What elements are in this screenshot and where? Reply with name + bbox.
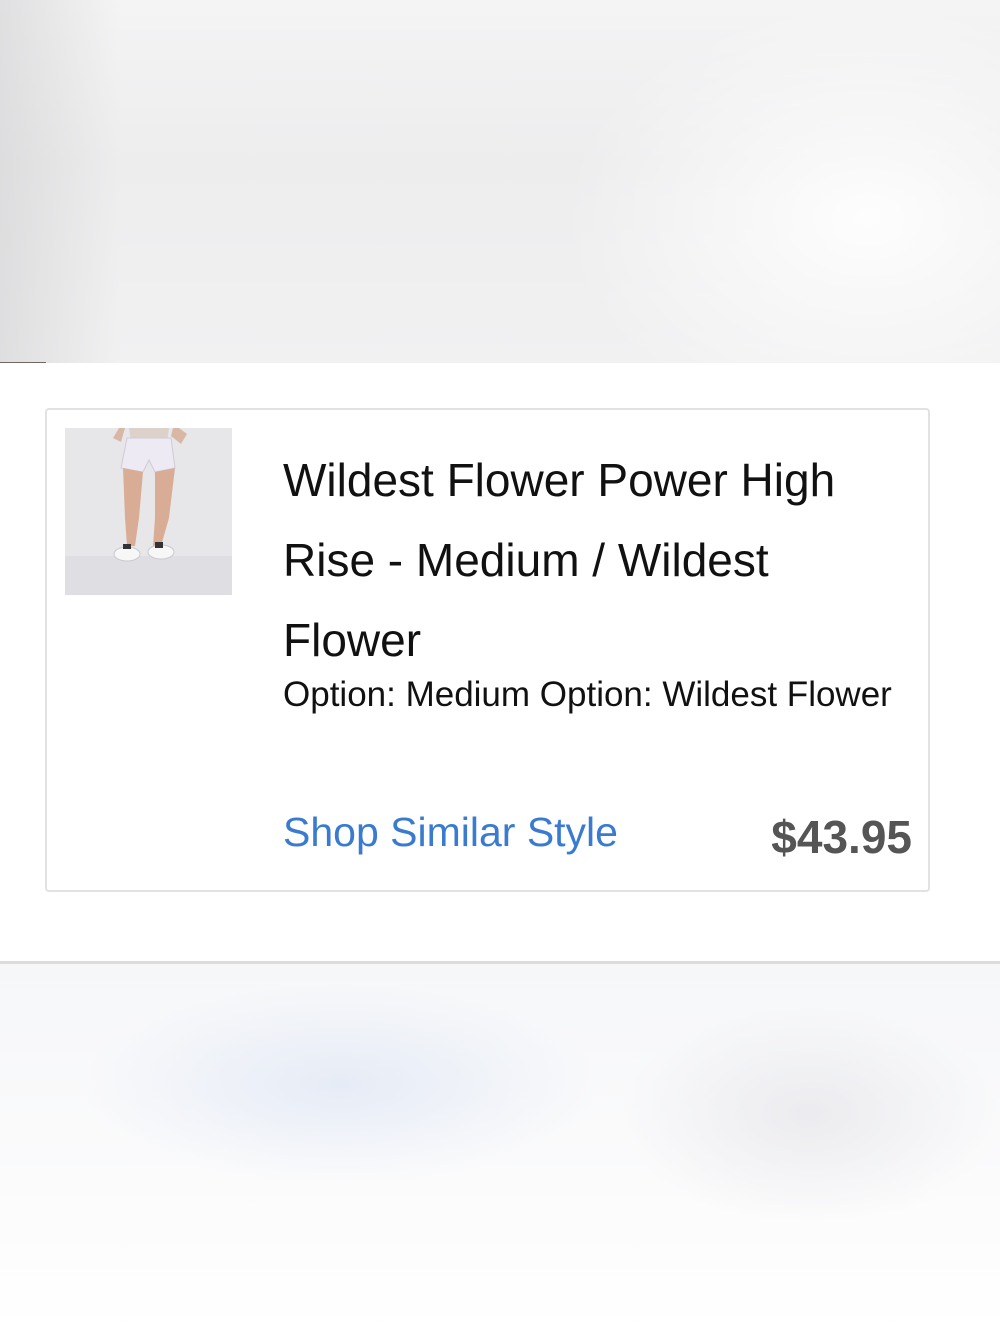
blurred-background-bottom (0, 964, 1000, 1333)
cart-item-card: Wildest Flower Power High Rise - Medium … (45, 408, 930, 892)
background-glow (560, 0, 1000, 363)
shop-similar-style-link[interactable]: Shop Similar Style (283, 808, 618, 856)
product-thumbnail[interactable] (65, 428, 232, 595)
background-blob (620, 1004, 1000, 1224)
product-photo-shorts (65, 428, 232, 595)
blurred-background-top (0, 0, 1000, 363)
product-title[interactable]: Wildest Flower Power High Rise - Medium … (283, 440, 883, 680)
background-blob (80, 984, 600, 1184)
background-shade (0, 0, 120, 363)
product-price: $43.95 (771, 811, 912, 863)
product-options: Option: Medium Option: Wildest Flower (283, 675, 892, 714)
